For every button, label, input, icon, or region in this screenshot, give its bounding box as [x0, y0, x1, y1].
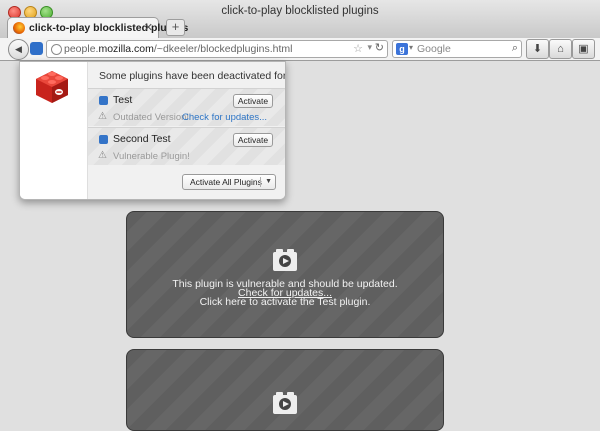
url-bar[interactable]: people.mozilla.com/~dkeeler/blockedplugi… — [46, 40, 388, 58]
home-button[interactable]: ⌂ — [549, 39, 572, 59]
new-tab-button[interactable]: + — [166, 19, 185, 36]
button-divider — [260, 177, 261, 187]
tab-label: click-to-play blocklisted plugins — [29, 22, 189, 34]
search-icon[interactable]: ⌕ — [512, 42, 518, 55]
search-placeholder: Google — [417, 43, 451, 55]
back-button[interactable]: ◀ — [8, 39, 29, 60]
reload-icon[interactable]: ↻ — [375, 41, 384, 54]
plugin-play-icon — [273, 249, 297, 271]
activate-test-button[interactable]: Activate — [233, 94, 273, 108]
popup-icon-panel — [20, 62, 88, 199]
search-bar[interactable]: g ▾ Google ⌕ — [392, 40, 522, 58]
plugin-name: Second Test — [113, 133, 171, 145]
warning-icon: ⚠ — [98, 111, 107, 122]
popup-header: Some plugins have been deactivated for y… — [99, 70, 286, 82]
plugin-notification-popup: Some plugins have been deactivated for y… — [19, 61, 286, 200]
title-bar: click-to-play blocklisted plugins click-… — [0, 0, 600, 39]
bookmark-star-icon[interactable]: ☆ — [353, 42, 363, 55]
plugin-row-test: Test Activate ⚠ Outdated Version! Check … — [88, 88, 285, 126]
chevron-down-icon[interactable]: ▼ — [265, 175, 272, 189]
check-updates-link[interactable]: Check for updates... — [182, 112, 267, 123]
url-dropdown-icon[interactable]: ▾ — [367, 42, 372, 53]
plugin-warning: Vulnerable Plugin! — [113, 151, 190, 162]
plugin-notification-icon[interactable] — [30, 42, 43, 55]
plugin-row-second-test: Second Test Activate ⚠ Vulnerable Plugin… — [88, 127, 285, 165]
search-engine-dropdown-icon[interactable]: ▾ — [409, 43, 413, 52]
plugin-name: Test — [113, 94, 133, 106]
navigation-toolbar: ◀ people.mozilla.com/~dkeeler/blockedplu… — [0, 38, 600, 61]
tab-active[interactable]: click-to-play blocklisted plugins ✕ — [7, 17, 188, 39]
plugin-play-icon — [273, 392, 297, 414]
window-title: click-to-play blocklisted plugins — [221, 5, 379, 17]
globe-icon — [51, 44, 62, 55]
firefox-favicon-icon — [13, 22, 25, 34]
download-button[interactable]: ⬇ — [526, 39, 549, 59]
activate-second-test-button[interactable]: Activate — [233, 133, 273, 147]
activate-all-label: Activate All Plugins — [190, 177, 262, 187]
google-icon[interactable]: g — [396, 43, 408, 55]
plugin-placeholder[interactable]: This plugin is vulnerable and should be … — [126, 211, 444, 338]
warning-icon: ⚠ — [98, 150, 107, 161]
screenshot-button[interactable]: ▣ — [572, 39, 595, 59]
plugin-icon — [99, 96, 108, 105]
tab-close-icon[interactable]: ✕ — [144, 21, 153, 34]
url-text: people.mozilla.com/~dkeeler/blockedplugi… — [64, 43, 293, 55]
plugin-placeholder[interactable] — [126, 349, 444, 431]
plugin-icon — [99, 135, 108, 144]
activate-hint: Click here to activate the Test plugin. — [199, 296, 371, 308]
plugin-warning: Outdated Version! — [113, 112, 190, 123]
plugin-brick-icon — [36, 71, 68, 103]
popup-content: Some plugins have been deactivated for y… — [88, 62, 285, 199]
activate-all-button[interactable]: Activate All Plugins ▼ — [182, 174, 276, 190]
